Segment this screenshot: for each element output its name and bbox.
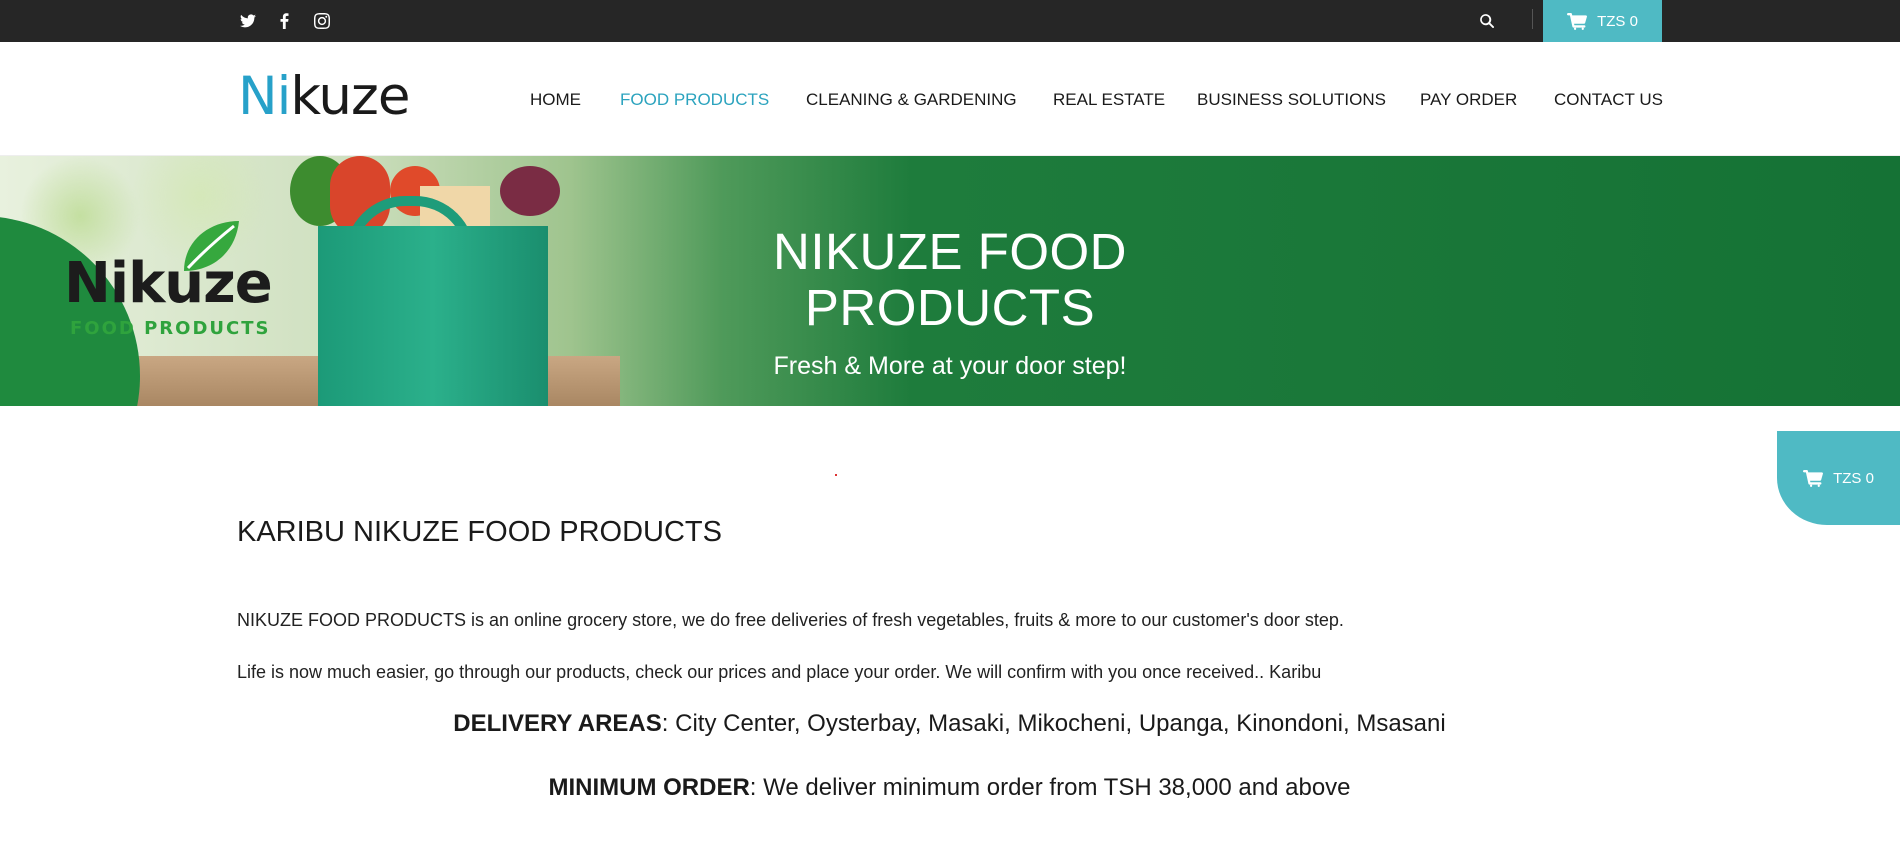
nav-pay-order[interactable]: PAY ORDER	[1420, 90, 1517, 110]
site-header: Nikuze HOME FOOD PRODUCTS CLEANING & GAR…	[0, 42, 1900, 156]
floating-cart-total: TZS 0	[1833, 469, 1874, 487]
minimum-order-label: MINIMUM ORDER	[548, 774, 750, 801]
top-bar: TZS 0	[0, 0, 1900, 42]
nav-home[interactable]: HOME	[530, 90, 581, 110]
top-cart-total: TZS 0	[1597, 12, 1638, 30]
top-cart-button[interactable]: TZS 0	[1543, 0, 1662, 42]
grocery-bag-image	[318, 226, 548, 406]
banner-subtitle: Fresh & More at your door step!	[773, 352, 1127, 381]
badge-subtitle: FOOD PRODUCTS	[70, 318, 271, 339]
nav-real-estate[interactable]: REAL ESTATE	[1053, 90, 1165, 110]
cart-icon	[1567, 12, 1588, 30]
page-heading: KARIBU NIKUZE FOOD PRODUCTS	[237, 516, 722, 548]
cart-icon	[1803, 469, 1824, 487]
hero-banner: Nikuze FOOD PRODUCTS NIKUZE FOOD PRODUCT…	[0, 156, 1900, 406]
main-content: KARIBU NIKUZE FOOD PRODUCTS NIKUZE FOOD …	[237, 516, 1737, 801]
leaf-icon	[184, 221, 239, 271]
nav-business-solutions[interactable]: BUSINESS SOLUTIONS	[1197, 90, 1386, 110]
minimum-order-text: : We deliver minimum order from TSH 38,0…	[749, 774, 1351, 801]
info-paragraph: Life is now much easier, go through our …	[237, 662, 1322, 682]
nav-food-products[interactable]: FOOD PRODUCTS	[620, 90, 769, 110]
twitter-icon[interactable]	[240, 0, 256, 42]
delivery-areas-text: : City Center, Oysterbay, Masaki, Mikoch…	[661, 710, 1446, 737]
nikuze-food-badge: Nikuze FOOD PRODUCTS	[64, 221, 273, 339]
banner-text: NIKUZE FOOD PRODUCTS Fresh & More at you…	[650, 223, 1250, 381]
delivery-areas: DELIVERY AREAS: City Center, Oysterbay, …	[237, 710, 1662, 738]
nav-cleaning-gardening[interactable]: CLEANING & GARDENING	[806, 90, 1017, 110]
main-nav: HOME FOOD PRODUCTS CLEANING & GARDENING …	[0, 90, 1900, 114]
banner-title: NIKUZE FOOD PRODUCTS	[772, 223, 1127, 337]
facebook-icon[interactable]	[280, 0, 289, 42]
topbar-divider	[1532, 9, 1533, 29]
instagram-icon[interactable]	[314, 0, 330, 42]
search-icon[interactable]	[1480, 0, 1494, 42]
delivery-areas-label: DELIVERY AREAS	[453, 710, 662, 737]
floating-cart-button[interactable]: TZS 0	[1777, 431, 1900, 525]
decorative-dot	[835, 474, 837, 476]
nav-contact-us[interactable]: CONTACT US	[1554, 90, 1663, 110]
intro-paragraph: NIKUZE FOOD PRODUCTS is an online grocer…	[237, 610, 1344, 630]
minimum-order: MINIMUM ORDER: We deliver minimum order …	[237, 774, 1662, 802]
grapes-image	[500, 166, 560, 216]
